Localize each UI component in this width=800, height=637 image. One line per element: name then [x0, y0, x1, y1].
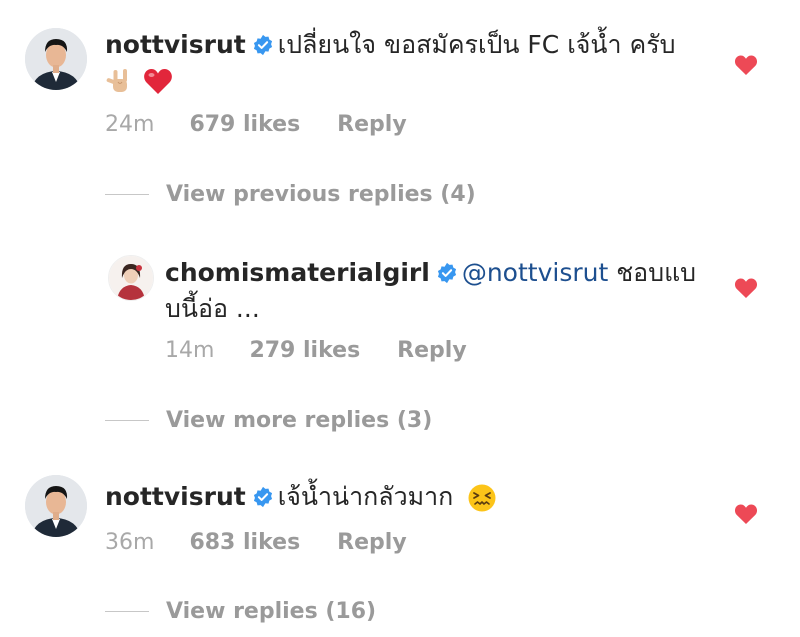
verified-badge-icon	[437, 262, 456, 284]
reply-button[interactable]: Reply	[337, 529, 407, 557]
love-you-gesture-emoji-icon	[106, 69, 127, 92]
likes-count[interactable]: 279 likes	[249, 337, 360, 365]
view-replies-label: View replies (16)	[166, 599, 377, 624]
view-more-replies-button[interactable]: View more replies (3)	[105, 406, 525, 436]
view-previous-replies-button[interactable]: View previous replies (4)	[105, 180, 525, 210]
reply-body-line2: บนี้อ่อ ...	[165, 294, 260, 323]
thread-divider	[105, 194, 149, 195]
mention-link[interactable]: @nottvisrut	[462, 258, 608, 287]
reply-text: chomismaterialgirl @nottvisrut ชอบแบ	[165, 256, 696, 290]
likes-count[interactable]: 679 likes	[189, 111, 300, 139]
comment-item: nottvisrut เปลี่ยนใจ ขอสมัครเป็น FC เจ้น้…	[0, 0, 800, 160]
confounded-face-emoji-icon	[468, 484, 496, 512]
username[interactable]: chomismaterialgirl	[165, 258, 430, 287]
username[interactable]: nottvisrut	[105, 30, 246, 59]
comment-emoji-line	[105, 63, 173, 97]
comment-body: เจ้น้ำน่ากลัวมาก	[277, 482, 454, 511]
like-heart-icon[interactable]	[734, 54, 758, 76]
username[interactable]: nottvisrut	[105, 482, 246, 511]
thread-divider	[105, 420, 149, 421]
reply-button[interactable]: Reply	[397, 337, 467, 365]
red-heart-emoji-icon	[144, 69, 172, 94]
like-heart-icon[interactable]	[734, 277, 758, 299]
comment-time: 36m	[105, 530, 155, 555]
profile-photo-icon	[25, 28, 87, 90]
like-heart-icon[interactable]	[734, 503, 758, 525]
reply-body-line1: ชอบแบ	[616, 258, 697, 287]
comment-meta: 24m 679 likes Reply	[105, 111, 407, 139]
comment-text: nottvisrut เจ้น้ำน่ากลัวมาก	[105, 480, 497, 514]
comment-meta: 36m 683 likes Reply	[105, 529, 407, 557]
reply-button[interactable]: Reply	[337, 111, 407, 139]
comment-item: nottvisrut เจ้น้ำน่ากลัวมาก 36m 683 likes…	[0, 460, 800, 580]
comment-text: nottvisrut เปลี่ยนใจ ขอสมัครเป็น FC เจ้น้…	[105, 28, 676, 62]
thread-divider	[105, 611, 149, 612]
verified-badge-icon	[253, 486, 272, 508]
avatar[interactable]	[25, 28, 87, 90]
view-replies-button[interactable]: View replies (16)	[105, 597, 525, 627]
profile-photo-icon	[25, 475, 87, 537]
reply-text-continued: บนี้อ่อ ...	[165, 292, 260, 326]
reply-item: chomismaterialgirl @nottvisrut ชอบแบ บนี้…	[0, 240, 800, 370]
comment-time: 14m	[165, 338, 215, 363]
verified-badge-icon	[253, 34, 272, 56]
view-previous-replies-label: View previous replies (4)	[166, 182, 476, 207]
profile-photo-icon	[109, 256, 153, 300]
avatar[interactable]	[25, 475, 87, 537]
reply-meta: 14m 279 likes Reply	[165, 337, 467, 365]
comment-body: เปลี่ยนใจ ขอสมัครเป็น FC เจ้น้ำ ครับ	[277, 30, 676, 59]
comment-time: 24m	[105, 112, 155, 137]
view-more-replies-label: View more replies (3)	[166, 408, 433, 433]
avatar[interactable]	[108, 255, 154, 301]
likes-count[interactable]: 683 likes	[189, 529, 300, 557]
